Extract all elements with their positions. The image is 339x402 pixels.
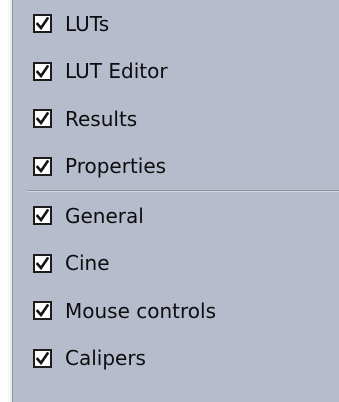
menu-item-label: Mouse controls — [65, 298, 216, 323]
checkmark-icon — [36, 304, 49, 318]
menu-item-calipers[interactable]: Calipers — [13, 335, 339, 383]
checkbox-results[interactable] — [33, 109, 52, 129]
menu-item-label: LUTs — [65, 11, 110, 36]
checkbox-cine[interactable] — [33, 253, 52, 273]
menu-item-label: Calipers — [65, 346, 146, 371]
menu-item-results[interactable]: Results — [13, 95, 339, 143]
checkmark-icon — [36, 209, 49, 223]
checkbox-lut-editor[interactable] — [33, 61, 52, 81]
checkmark-icon — [36, 17, 49, 31]
checkmark-icon — [36, 256, 49, 270]
checkbox-mouse-controls[interactable] — [33, 301, 52, 321]
menu-shadow — [0, 0, 12, 402]
menu-item-label: Results — [65, 106, 138, 131]
menu-item-label: Properties — [65, 154, 167, 179]
checkmark-icon — [36, 159, 49, 173]
menu-item-mouse-controls[interactable]: Mouse controls — [13, 287, 339, 335]
checkbox-luts[interactable] — [33, 14, 52, 34]
checkmark-icon — [36, 64, 49, 78]
checkbox-properties[interactable] — [33, 156, 52, 176]
menu-group-panels: LUTs LUT Editor Results Properties — [13, 0, 339, 190]
checkmark-icon — [36, 112, 49, 126]
checkmark-icon — [36, 351, 49, 365]
menu-item-label: Cine — [65, 251, 110, 276]
checkbox-general[interactable] — [33, 206, 52, 226]
menu-item-luts[interactable]: LUTs — [13, 0, 339, 48]
menu-item-lut-editor[interactable]: LUT Editor — [13, 48, 339, 96]
menu-item-label: General — [65, 203, 144, 228]
checkbox-calipers[interactable] — [33, 348, 52, 368]
view-menu: LUTs LUT Editor Results Properties Gener… — [12, 0, 339, 402]
menu-item-properties[interactable]: Properties — [13, 143, 339, 191]
menu-group-tools: General Cine Mouse controls Calipers — [13, 192, 339, 382]
menu-item-label: LUT Editor — [65, 59, 168, 84]
menu-item-cine[interactable]: Cine — [13, 240, 339, 288]
menu-item-general[interactable]: General — [13, 192, 339, 240]
